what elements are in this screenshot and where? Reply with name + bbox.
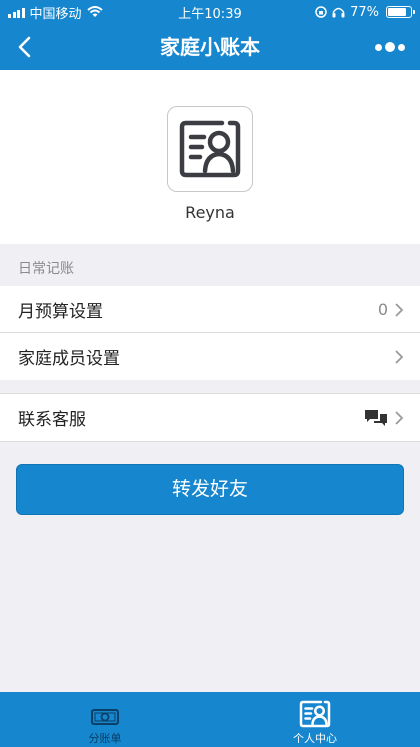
- profile-card-icon: [179, 120, 241, 178]
- contact-support-row[interactable]: 联系客服: [0, 394, 420, 441]
- status-time: 上午10:39: [178, 6, 242, 22]
- chevron-left-icon: [18, 36, 31, 58]
- section-header: 日常记账: [18, 261, 74, 277]
- share-to-friends-button[interactable]: 转发好友: [16, 464, 404, 515]
- row-divider: [0, 441, 420, 442]
- back-button[interactable]: [6, 29, 42, 65]
- status-bar: 中国移动 上午10:39 77%: [0, 0, 420, 24]
- tab-profile[interactable]: 个人中心: [210, 692, 420, 747]
- more-button[interactable]: [370, 32, 410, 62]
- tab-bar: 分账单 个人中心: [0, 692, 420, 747]
- tab-bills-label: 分账单: [88, 732, 122, 745]
- chevron-right-icon: [395, 410, 404, 425]
- page-title: 家庭小账本: [160, 35, 260, 59]
- more-dots-icon: [375, 43, 382, 51]
- chevron-right-icon: [395, 349, 404, 364]
- tab-bills[interactable]: 分账单: [0, 692, 210, 747]
- budget-settings-row[interactable]: 月预算设置 0: [0, 286, 420, 333]
- profile-card-icon: [299, 700, 331, 728]
- nav-bar: 家庭小账本: [0, 24, 420, 70]
- budget-settings-label: 月预算设置: [18, 302, 103, 322]
- contact-support-label: 联系客服: [18, 410, 86, 430]
- username: Reyna: [185, 203, 235, 222]
- avatar[interactable]: [167, 106, 253, 192]
- family-members-row[interactable]: 家庭成员设置: [0, 333, 420, 380]
- budget-value: 0: [377, 300, 388, 319]
- profile-header: Reyna: [0, 70, 420, 244]
- battery-icon: [386, 6, 415, 18]
- chat-bubbles-icon: [365, 409, 387, 426]
- chevron-right-icon: [395, 302, 404, 317]
- family-members-label: 家庭成员设置: [18, 349, 120, 369]
- money-bill-icon: [91, 709, 119, 725]
- tab-profile-label: 个人中心: [293, 732, 337, 745]
